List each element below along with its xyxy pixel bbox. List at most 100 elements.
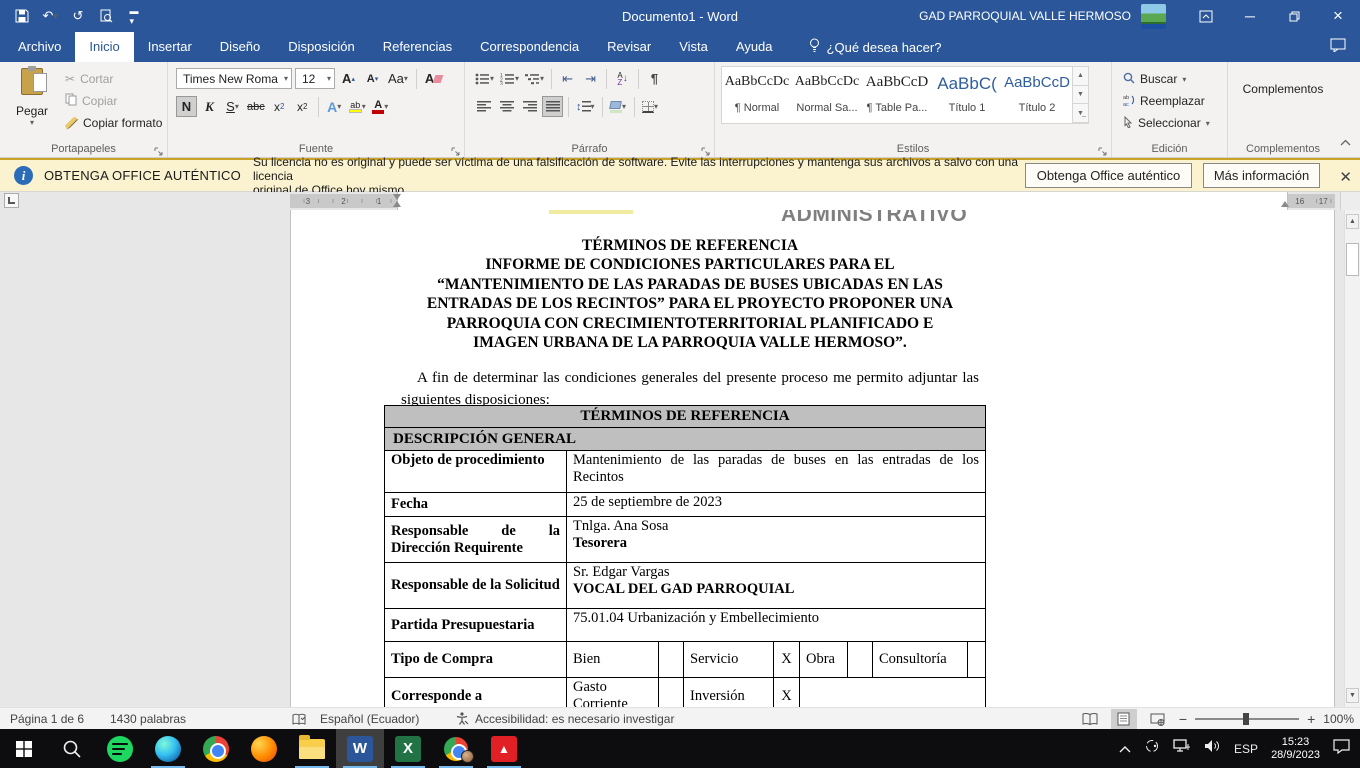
start-button[interactable] xyxy=(0,729,48,768)
taskbar-search-icon[interactable] xyxy=(48,729,96,768)
spotify-icon[interactable] xyxy=(96,729,144,768)
page-indicator[interactable]: Página 1 de 6 xyxy=(10,708,84,730)
web-layout-icon[interactable] xyxy=(1145,709,1171,729)
shading-button[interactable]: ▾ xyxy=(608,96,629,117)
tab-insertar[interactable]: Insertar xyxy=(134,32,206,62)
chrome-icon[interactable] xyxy=(192,729,240,768)
borders-button[interactable]: ▾ xyxy=(640,96,661,117)
word-count[interactable]: 1430 palabras xyxy=(110,708,186,730)
keyboard-language[interactable]: ESP xyxy=(1234,742,1258,756)
excel-icon[interactable]: X xyxy=(384,729,432,768)
tab-disposicion[interactable]: Disposición xyxy=(274,32,368,62)
banner-close-icon[interactable]: ✕ xyxy=(1339,168,1352,186)
scroll-down-icon[interactable]: ▼ xyxy=(1346,688,1359,703)
firefox-icon[interactable] xyxy=(240,729,288,768)
print-preview-icon[interactable] xyxy=(94,4,118,28)
accessibility-status[interactable]: Accesibilidad: es necesario investigar xyxy=(455,708,674,730)
more-info-button[interactable]: Más información xyxy=(1203,163,1320,188)
edge-icon[interactable] xyxy=(144,729,192,768)
style-normal[interactable]: AaBbCcDc¶ Normal xyxy=(722,69,792,121)
bold-button[interactable]: N xyxy=(176,96,197,117)
align-center-button[interactable] xyxy=(496,96,517,117)
style-normal-sa[interactable]: AaBbCcDcNormal Sa... xyxy=(792,69,862,121)
feedback-icon[interactable] xyxy=(1330,38,1346,57)
grow-font-button[interactable]: A▴ xyxy=(338,68,359,89)
tab-correspondencia[interactable]: Correspondencia xyxy=(466,32,593,62)
language-indicator[interactable]: Español (Ecuador) xyxy=(320,708,419,730)
font-dialog-launcher[interactable] xyxy=(451,143,461,153)
select-button[interactable]: Seleccionar▾ xyxy=(1120,112,1213,134)
copy-button[interactable]: Copiar xyxy=(62,90,165,112)
italic-button[interactable]: K xyxy=(199,96,220,117)
tell-me-search[interactable]: ¿Qué desea hacer? xyxy=(809,32,942,62)
tab-stop-selector[interactable] xyxy=(4,193,19,208)
scroll-thumb[interactable] xyxy=(1346,243,1359,276)
replace-button[interactable]: abacReemplazar xyxy=(1120,90,1213,112)
save-icon[interactable] xyxy=(10,4,34,28)
highlight-button[interactable]: ab▾ xyxy=(347,96,368,117)
tab-archivo[interactable]: Archivo xyxy=(4,32,75,62)
addins-button[interactable]: Complementos xyxy=(1228,74,1338,96)
underline-button[interactable]: S▾ xyxy=(222,96,243,117)
read-mode-icon[interactable] xyxy=(1077,709,1103,729)
proofing-icon[interactable] xyxy=(292,708,307,730)
strikethrough-button[interactable]: abc xyxy=(245,96,267,117)
vertical-scrollbar[interactable]: ▲ ▼ xyxy=(1344,210,1360,707)
superscript-button[interactable]: x2 xyxy=(292,96,313,117)
cut-button[interactable]: ✂Cortar xyxy=(62,68,165,90)
collapse-ribbon-button[interactable] xyxy=(1340,133,1351,151)
styles-dialog-launcher[interactable] xyxy=(1098,143,1108,153)
font-size-select[interactable]: 12▾ xyxy=(295,68,335,89)
tray-expand-icon[interactable] xyxy=(1119,740,1131,758)
word-icon[interactable]: W xyxy=(336,729,384,768)
align-right-button[interactable] xyxy=(519,96,540,117)
clock[interactable]: 15:23 28/9/2023 xyxy=(1271,736,1320,762)
close-button[interactable]: × xyxy=(1316,0,1360,32)
tab-inicio[interactable]: Inicio xyxy=(75,32,133,62)
line-spacing-button[interactable]: ↕▾ xyxy=(574,96,597,117)
undo-icon[interactable]: ↶▾ xyxy=(38,4,62,28)
format-painter-button[interactable]: Copiar formato xyxy=(62,112,165,134)
justify-button[interactable] xyxy=(542,96,563,117)
find-button[interactable]: Buscar▾ xyxy=(1120,68,1213,90)
shrink-font-button[interactable]: A▾ xyxy=(362,68,383,89)
clear-formatting-button[interactable]: A xyxy=(423,68,444,89)
styles-scroll-up[interactable]: ▲ xyxy=(1073,67,1088,86)
minimize-button[interactable]: ─ xyxy=(1228,0,1272,32)
subscript-button[interactable]: x2 xyxy=(269,96,290,117)
font-color-button[interactable]: A▾ xyxy=(370,96,391,117)
get-office-button[interactable]: Obtenga Office auténtico xyxy=(1025,163,1192,188)
account-name[interactable]: GAD PARROQUIAL VALLE HERMOSO xyxy=(919,9,1131,23)
styles-scroll-down[interactable]: ▼ xyxy=(1073,86,1088,105)
styles-gallery-more[interactable]: ▼̲ xyxy=(1073,104,1088,123)
document-page[interactable]: ADMINISTRATIVO TÉRMINOS DE REFERENCIA IN… xyxy=(290,210,1335,707)
action-center-icon[interactable] xyxy=(1333,739,1350,759)
sort-button[interactable]: AZ↓ xyxy=(612,68,633,89)
zoom-in-button[interactable]: + xyxy=(1307,711,1315,727)
text-effects-button[interactable]: A▾ xyxy=(324,96,345,117)
chrome-profile-icon[interactable] xyxy=(432,729,480,768)
paste-button[interactable]: Pegar▾ xyxy=(8,68,56,127)
zoom-out-button[interactable]: − xyxy=(1179,711,1187,727)
ribbon-display-options-icon[interactable] xyxy=(1184,0,1228,32)
numbering-button[interactable]: 123▾ xyxy=(498,68,521,89)
paragraph-dialog-launcher[interactable] xyxy=(701,143,711,153)
acrobat-icon[interactable]: ▲ xyxy=(480,729,528,768)
style-titulo-2[interactable]: AaBbCcDTítulo 2 xyxy=(1002,69,1072,121)
increase-indent-button[interactable]: ⇥ xyxy=(580,68,601,89)
restore-button[interactable] xyxy=(1272,0,1316,32)
align-left-button[interactable] xyxy=(473,96,494,117)
tab-referencias[interactable]: Referencias xyxy=(369,32,466,62)
scroll-up-icon[interactable]: ▲ xyxy=(1346,214,1359,229)
bullets-button[interactable]: ▾ xyxy=(473,68,496,89)
tab-diseno[interactable]: Diseño xyxy=(206,32,274,62)
change-case-button[interactable]: Aa▾ xyxy=(386,68,410,89)
tab-vista[interactable]: Vista xyxy=(665,32,722,62)
decrease-indent-button[interactable]: ⇤ xyxy=(557,68,578,89)
first-line-indent-marker[interactable] xyxy=(393,194,401,200)
volume-icon[interactable] xyxy=(1204,739,1221,758)
tab-ayuda[interactable]: Ayuda xyxy=(722,32,787,62)
tray-app-icon[interactable] xyxy=(1144,738,1160,759)
account-avatar[interactable] xyxy=(1141,4,1166,29)
tab-revisar[interactable]: Revisar xyxy=(593,32,665,62)
